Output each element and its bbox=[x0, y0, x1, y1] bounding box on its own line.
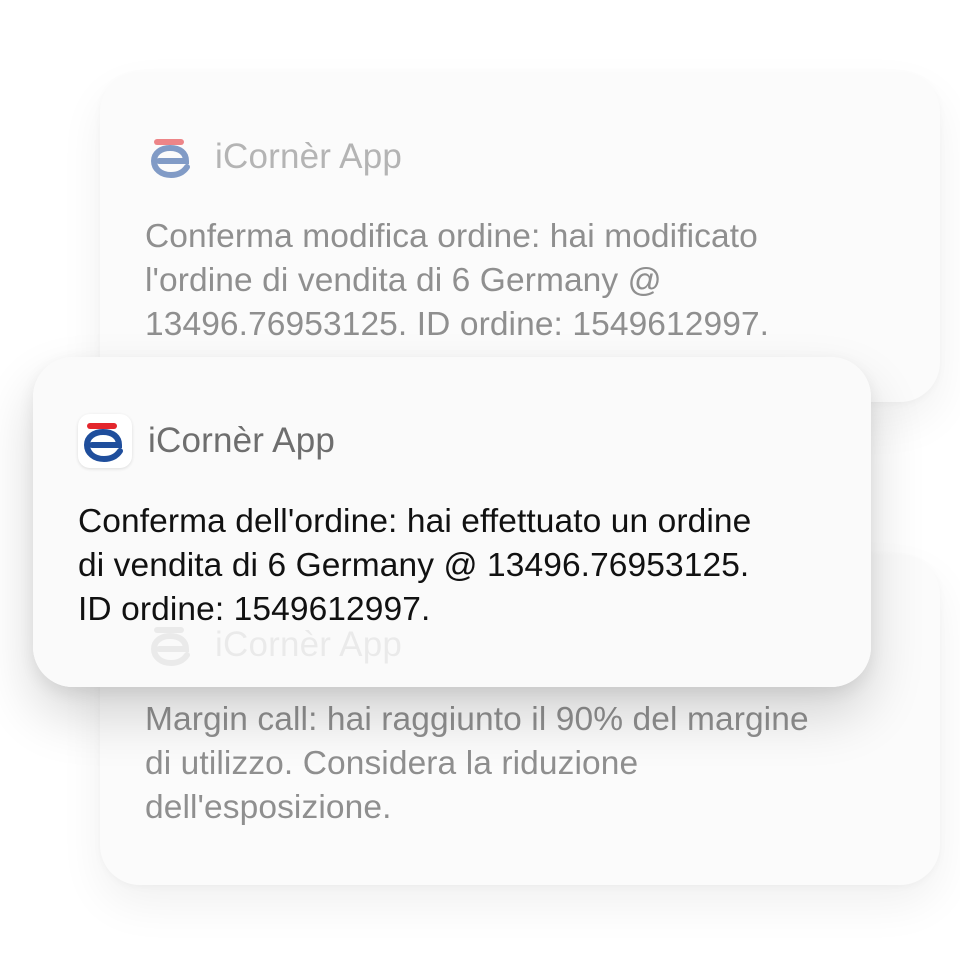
icorner-logo-icon bbox=[78, 414, 132, 468]
notification-header-ghost: iCornèr App bbox=[145, 618, 402, 672]
icorner-logo-icon bbox=[145, 618, 199, 672]
notification-header: iCornèr App bbox=[145, 130, 402, 184]
notification-card-order-modified[interactable]: iCornèr App Conferma modifica ordine: ha… bbox=[100, 72, 940, 402]
notification-message: Margin call: hai raggiunto il 90% del ma… bbox=[145, 701, 809, 826]
notification-header: iCornèr App bbox=[78, 414, 335, 468]
app-name: iCornèr App bbox=[148, 421, 336, 460]
app-name: iCornèr App bbox=[215, 137, 403, 176]
notification-stack: iCornèr App Conferma modifica ordine: ha… bbox=[0, 0, 960, 960]
notification-message: Conferma modifica ordine: hai modificato… bbox=[145, 218, 770, 343]
icorner-logo-icon bbox=[145, 130, 199, 184]
notification-message: Conferma dell'ordine: hai effettuato un … bbox=[78, 503, 752, 628]
app-name: iCornèr App bbox=[215, 625, 403, 664]
